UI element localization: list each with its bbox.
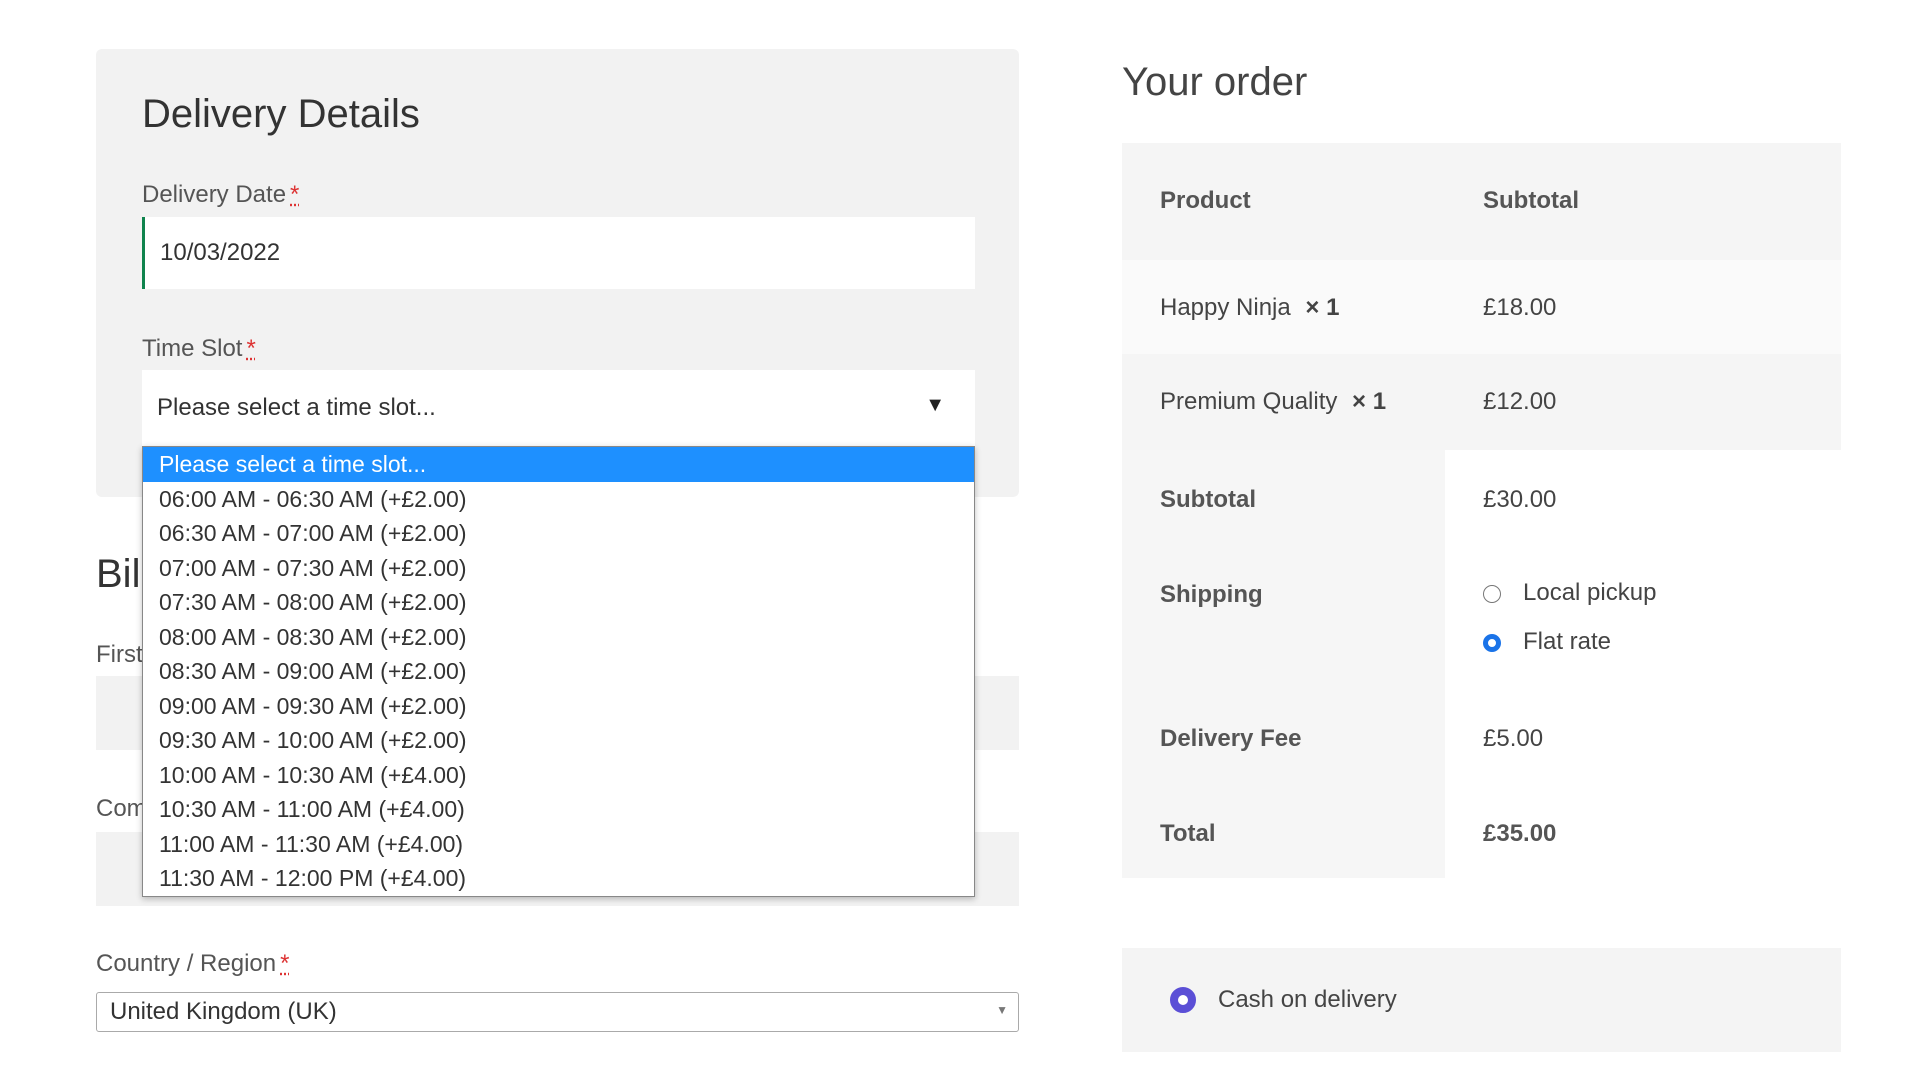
time-slot-option[interactable]: 09:30 AM - 10:00 AM (+£2.00) — [143, 723, 974, 758]
your-order-title: Your order — [1122, 60, 1308, 104]
first-name-label: First — [96, 641, 143, 668]
required-marker: * — [280, 950, 290, 977]
time-slot-option[interactable]: 10:30 AM - 11:00 AM (+£4.00) — [143, 792, 974, 827]
time-slot-option[interactable]: 06:00 AM - 06:30 AM (+£2.00) — [143, 482, 974, 517]
time-slot-label: Time Slot * — [142, 335, 256, 363]
time-slot-dropdown[interactable]: Please select a time slot... 06:00 AM - 0… — [142, 446, 975, 897]
payment-cash-on-delivery[interactable]: Cash on delivery — [1170, 986, 1397, 1014]
option-label: Flat rate — [1523, 628, 1612, 655]
totals-label-column — [1122, 450, 1445, 878]
shipping-option-local-pickup[interactable]: Local pickup — [1483, 579, 1656, 607]
time-slot-option[interactable]: 11:30 AM - 12:00 PM (+£4.00) — [143, 861, 974, 896]
time-slot-option[interactable]: Please select a time slot... — [143, 447, 974, 482]
required-marker: * — [290, 181, 300, 208]
table-row: Happy Ninja × 1 £18.00 — [1122, 260, 1841, 354]
table-row: Premium Quality × 1 £12.00 — [1122, 354, 1841, 450]
item-price: £12.00 — [1483, 388, 1557, 415]
item-name: Happy Ninja — [1160, 294, 1291, 321]
item-name: Premium Quality — [1160, 388, 1338, 415]
total-label: Total — [1160, 820, 1216, 847]
time-slot-option[interactable]: 08:00 AM - 08:30 AM (+£2.00) — [143, 620, 974, 655]
time-slot-select[interactable]: Please select a time slot... ▼ — [142, 370, 975, 446]
shipping-label: Shipping — [1160, 581, 1263, 608]
radio-selected-icon[interactable] — [1170, 987, 1196, 1013]
total-value: £35.00 — [1483, 820, 1557, 847]
label-text: Country / Region — [96, 950, 277, 977]
item-price: £18.00 — [1483, 294, 1557, 321]
billing-title: Bil — [96, 552, 141, 596]
product-header: Product — [1160, 187, 1251, 214]
country-label: Country / Region * — [96, 950, 289, 978]
time-slot-option[interactable]: 08:30 AM - 09:00 AM (+£2.00) — [143, 654, 974, 689]
item-qty: × 1 — [1305, 294, 1340, 321]
time-slot-option[interactable]: 09:00 AM - 09:30 AM (+£2.00) — [143, 689, 974, 724]
country-select[interactable]: United Kingdom (UK) ▼ — [96, 992, 1019, 1032]
time-slot-value: Please select a time slot... — [157, 394, 436, 421]
required-marker: * — [246, 335, 256, 362]
delivery-fee-label: Delivery Fee — [1160, 725, 1302, 752]
country-value: United Kingdom (UK) — [110, 998, 337, 1025]
payment-method-label: Cash on delivery — [1218, 986, 1397, 1013]
dropdown-arrow-icon: ▼ — [996, 1003, 1008, 1017]
delivery-fee-value: £5.00 — [1483, 725, 1544, 752]
subtotal-label: Subtotal — [1160, 486, 1256, 513]
option-label: Local pickup — [1523, 579, 1657, 606]
shipping-option-flat-rate[interactable]: Flat rate — [1483, 628, 1611, 656]
time-slot-option[interactable]: 10:00 AM - 10:30 AM (+£4.00) — [143, 758, 974, 793]
payment-methods-box: Cash on delivery — [1122, 948, 1841, 1052]
radio-icon[interactable] — [1483, 584, 1501, 603]
label-text: Time Slot — [142, 335, 243, 362]
delivery-date-label: Delivery Date * — [142, 181, 299, 209]
item-qty: × 1 — [1352, 388, 1387, 415]
company-label: Com — [96, 795, 147, 822]
label-text: Delivery Date — [142, 181, 287, 208]
product-name: Premium Quality × 1 — [1160, 388, 1386, 416]
delivery-date-input[interactable]: 10/03/2022 — [142, 217, 975, 289]
table-header: Product Subtotal — [1122, 143, 1841, 260]
radio-selected-icon[interactable] — [1483, 633, 1501, 652]
time-slot-option[interactable]: 11:00 AM - 11:30 AM (+£4.00) — [143, 827, 974, 862]
subtotal-header: Subtotal — [1483, 187, 1579, 214]
order-table: Product Subtotal Happy Ninja × 1 £18.00 … — [1122, 143, 1841, 878]
time-slot-option[interactable]: 06:30 AM - 07:00 AM (+£2.00) — [143, 516, 974, 551]
delivery-details-title: Delivery Details — [142, 92, 420, 136]
product-name: Happy Ninja × 1 — [1160, 294, 1339, 322]
time-slot-option[interactable]: 07:30 AM - 08:00 AM (+£2.00) — [143, 585, 974, 620]
time-slot-option[interactable]: 07:00 AM - 07:30 AM (+£2.00) — [143, 551, 974, 586]
dropdown-arrow-icon: ▼ — [925, 394, 945, 416]
subtotal-value: £30.00 — [1483, 486, 1557, 513]
